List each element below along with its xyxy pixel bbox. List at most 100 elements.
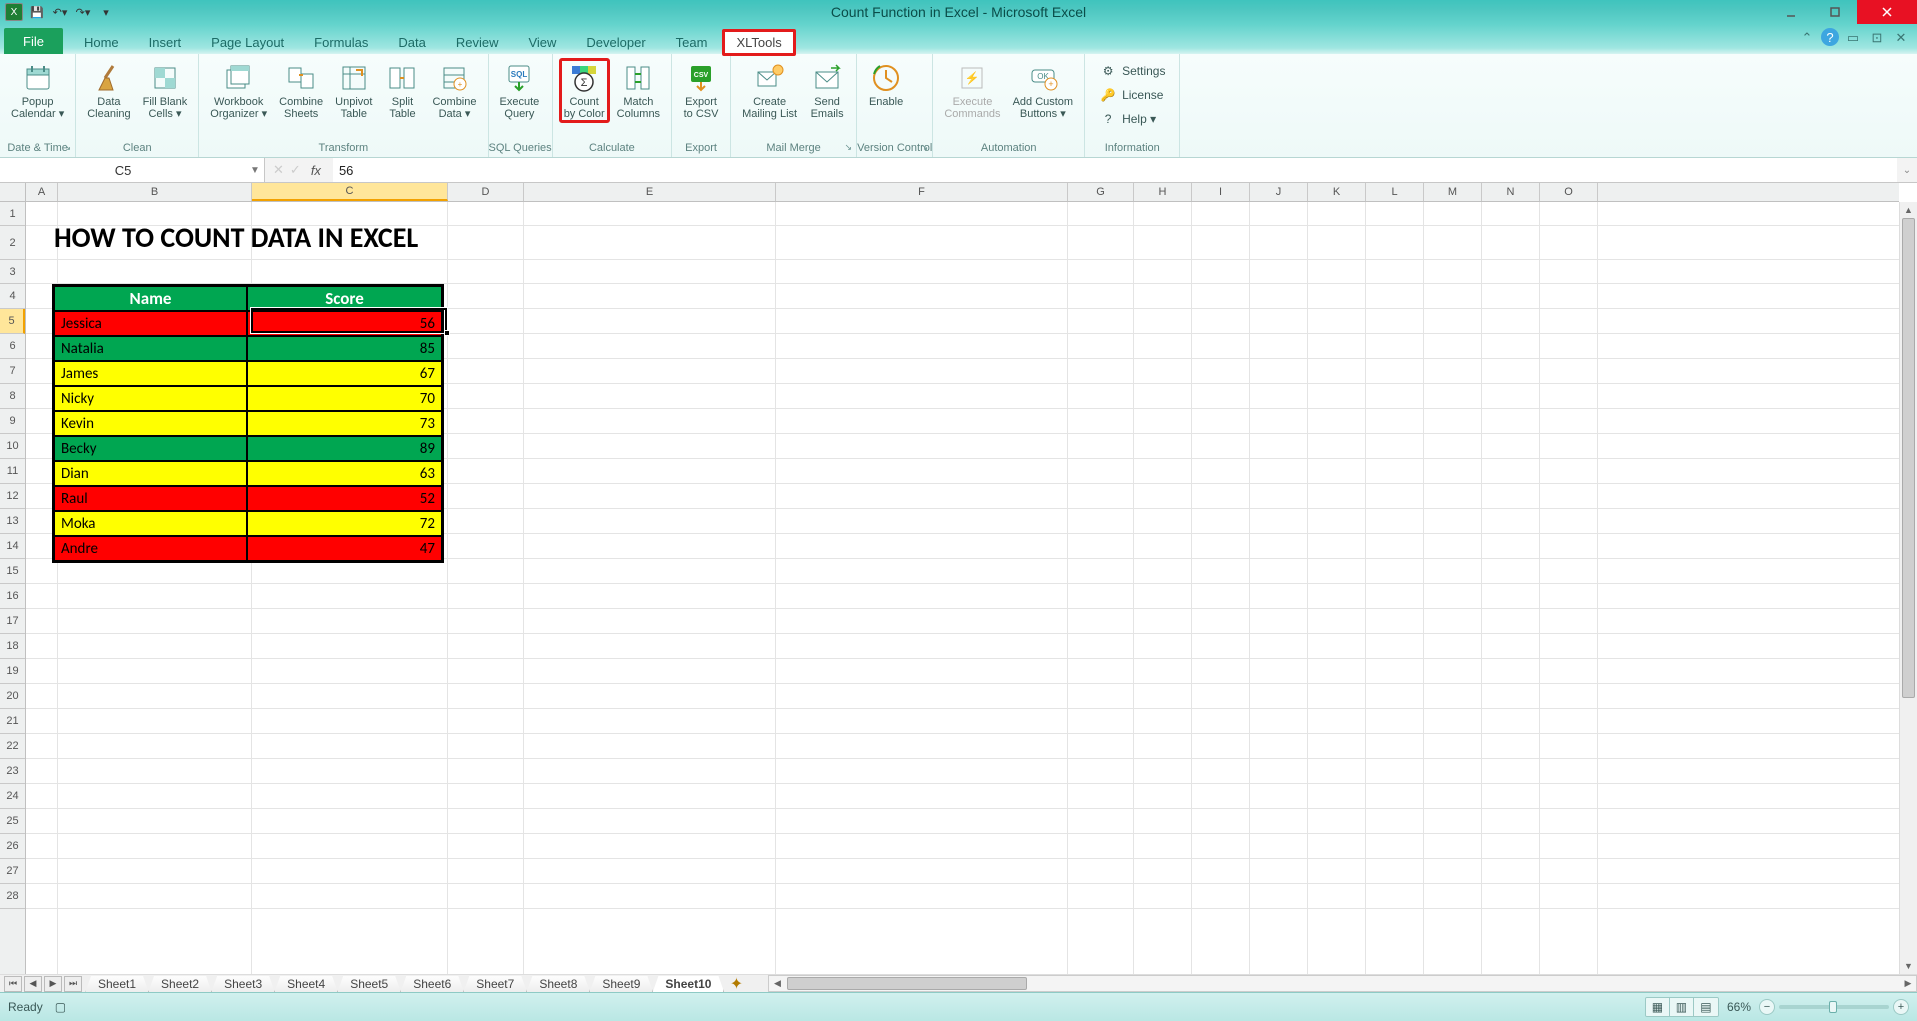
row-header-25[interactable]: 25 [0, 809, 25, 834]
tab-insert[interactable]: Insert [134, 29, 197, 54]
excel-icon[interactable]: X [4, 2, 24, 22]
new-sheet-button[interactable]: ✦ [724, 975, 748, 992]
row-header-19[interactable]: 19 [0, 659, 25, 684]
tab-team[interactable]: Team [661, 29, 723, 54]
add-custom-button[interactable]: OK+Add Custom Buttons ▾ [1008, 58, 1079, 123]
sheet-tab-sheet7[interactable]: Sheet7 [463, 976, 527, 993]
row-header-13[interactable]: 13 [0, 509, 25, 534]
col-header-N[interactable]: N [1482, 183, 1540, 201]
cell-name[interactable]: Andre [54, 536, 247, 561]
cell-score[interactable]: 73 [247, 411, 442, 436]
row-header-14[interactable]: 14 [0, 534, 25, 559]
cell-score[interactable]: 47 [247, 536, 442, 561]
enter-formula-icon[interactable]: ✓ [290, 162, 301, 178]
col-header-G[interactable]: G [1068, 183, 1134, 201]
sheet-tab-sheet4[interactable]: Sheet4 [274, 976, 338, 993]
cell-score[interactable]: 52 [247, 486, 442, 511]
cell-name[interactable]: Dian [54, 461, 247, 486]
horizontal-scrollbar[interactable]: ◀ ▶ [768, 975, 1917, 992]
row-header-4[interactable]: 4 [0, 284, 25, 309]
row-header-22[interactable]: 22 [0, 734, 25, 759]
help--button[interactable]: ?Help ▾ [1095, 108, 1169, 130]
scroll-left-icon[interactable]: ◀ [769, 976, 785, 991]
split-button[interactable]: Split Table [379, 58, 425, 123]
scroll-up-icon[interactable]: ▲ [1900, 202, 1917, 218]
tab-xltools[interactable]: XLTools [722, 29, 795, 56]
name-box-dropdown[interactable]: ▼ [246, 165, 264, 176]
sheet-tab-sheet10[interactable]: Sheet10 [652, 976, 724, 993]
page-layout-view-button[interactable]: ▥ [1670, 998, 1694, 1016]
unpivot-button[interactable]: Unpivot Table [330, 58, 377, 123]
row-header-9[interactable]: 9 [0, 409, 25, 434]
cell-name[interactable]: Moka [54, 511, 247, 536]
row-header-2[interactable]: 2 [0, 226, 25, 260]
col-header-F[interactable]: F [776, 183, 1068, 201]
cell-score[interactable]: 63 [247, 461, 442, 486]
col-header-C[interactable]: C [252, 183, 448, 201]
row-header-7[interactable]: 7 [0, 359, 25, 384]
combine-button[interactable]: Combine Sheets [274, 58, 328, 123]
vertical-scrollbar[interactable]: ▲ ▼ [1899, 202, 1917, 974]
cell-name[interactable]: Kevin [54, 411, 247, 436]
row-header-11[interactable]: 11 [0, 459, 25, 484]
row-header-5[interactable]: 5 [0, 309, 25, 334]
col-header-I[interactable]: I [1192, 183, 1250, 201]
sheet-last-button[interactable]: ⏭ [64, 976, 82, 992]
row-header-12[interactable]: 12 [0, 484, 25, 509]
sheet-tab-sheet8[interactable]: Sheet8 [526, 976, 590, 993]
redo-button[interactable]: ↷▾ [73, 2, 93, 22]
row-header-3[interactable]: 3 [0, 260, 25, 284]
col-header-D[interactable]: D [448, 183, 524, 201]
create-button[interactable]: Create Mailing List [737, 58, 802, 123]
hscroll-thumb[interactable] [787, 977, 1027, 990]
cell-score[interactable]: 67 [247, 361, 442, 386]
col-header-O[interactable]: O [1540, 183, 1598, 201]
insert-function-button[interactable]: fx [307, 163, 325, 178]
page-break-view-button[interactable]: ▤ [1694, 998, 1718, 1016]
tab-review[interactable]: Review [441, 29, 514, 54]
cell-score[interactable]: 70 [247, 386, 442, 411]
maximize-button[interactable] [1813, 0, 1857, 24]
formula-bar[interactable] [333, 158, 1897, 182]
scroll-down-icon[interactable]: ▼ [1900, 958, 1917, 974]
col-header-L[interactable]: L [1366, 183, 1424, 201]
sheet-tab-sheet6[interactable]: Sheet6 [400, 976, 464, 993]
send-button[interactable]: Send Emails [804, 58, 850, 123]
popup-button[interactable]: Popup Calendar ▾ [6, 58, 69, 123]
cell-name[interactable]: Nicky [54, 386, 247, 411]
sheet-tab-sheet2[interactable]: Sheet2 [148, 976, 212, 993]
col-header-M[interactable]: M [1424, 183, 1482, 201]
row-header-16[interactable]: 16 [0, 584, 25, 609]
tab-page-layout[interactable]: Page Layout [196, 29, 299, 54]
row-header-20[interactable]: 20 [0, 684, 25, 709]
cells-area[interactable]: HOW TO COUNT DATA IN EXCELNameScoreJessi… [26, 202, 1899, 974]
row-header-6[interactable]: 6 [0, 334, 25, 359]
row-header-26[interactable]: 26 [0, 834, 25, 859]
tab-data[interactable]: Data [383, 29, 440, 54]
zoom-level[interactable]: 66% [1727, 1000, 1751, 1014]
row-header-23[interactable]: 23 [0, 759, 25, 784]
close-button[interactable] [1857, 0, 1917, 24]
sheet-next-button[interactable]: ▶ [44, 976, 62, 992]
scroll-right-icon[interactable]: ▶ [1900, 976, 1916, 991]
cell-name[interactable]: Raul [54, 486, 247, 511]
tab-file[interactable]: File [4, 28, 63, 54]
enable-button[interactable]: Enable [863, 58, 909, 111]
zoom-thumb[interactable] [1829, 1001, 1837, 1013]
group-launcher[interactable]: ↘ [845, 142, 853, 153]
ribbon-close-icon[interactable]: ✕ [1891, 28, 1911, 48]
export-button[interactable]: CSVExport to CSV [678, 58, 724, 123]
tab-home[interactable]: Home [69, 29, 134, 54]
execute-button[interactable]: SQLExecute Query [495, 58, 545, 123]
group-launcher[interactable]: ↘ [64, 142, 72, 153]
row-header-8[interactable]: 8 [0, 384, 25, 409]
group-launcher[interactable]: ↘ [921, 142, 929, 153]
row-header-1[interactable]: 1 [0, 202, 25, 226]
ribbon-opt2-icon[interactable]: ⊡ [1867, 28, 1887, 48]
data-button[interactable]: Data Cleaning [82, 58, 135, 123]
col-header-B[interactable]: B [58, 183, 252, 201]
zoom-in-button[interactable]: + [1893, 999, 1909, 1015]
sheet-tab-sheet5[interactable]: Sheet5 [337, 976, 401, 993]
sheet-tab-sheet9[interactable]: Sheet9 [589, 976, 653, 993]
match-button[interactable]: Match Columns [612, 58, 665, 123]
